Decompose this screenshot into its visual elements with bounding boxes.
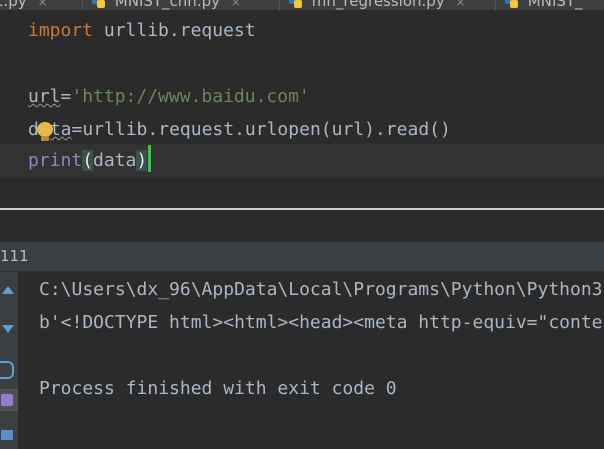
scroll-down-icon[interactable]: [0, 317, 18, 339]
tab-label: MNIST_cnn.py: [114, 0, 220, 10]
tab-1-py[interactable]: 1.py ×: [0, 0, 48, 10]
code-line-3[interactable]: url='http://www.baidu.com': [28, 82, 310, 112]
lightbulb-glass: [37, 122, 53, 137]
tab-mnist[interactable]: MNIST_: [505, 0, 583, 10]
console-command-line: C:\Users\dx_96\AppData\Local\Programs\Py…: [39, 279, 603, 300]
run-tool-window-header: 111: [0, 242, 604, 272]
assign-operator: =: [60, 86, 72, 107]
editor-bottom-space: [0, 210, 604, 242]
tab-divider: [495, 0, 496, 10]
python-file-icon: [289, 0, 303, 8]
scroll-to-end-icon[interactable]: [0, 389, 18, 411]
text-caret: [148, 145, 151, 172]
soft-wrap-icon[interactable]: [0, 357, 18, 379]
lightbulb-icon[interactable]: [36, 122, 54, 144]
code-line-4[interactable]: d ta=urllib.request.urlopen(url).read(): [28, 115, 451, 145]
tab-divider: [279, 0, 280, 10]
paren-close: ): [136, 150, 148, 171]
console-output-line: b'<!DOCTYPE html><html><head><meta http-…: [39, 312, 603, 333]
tab-label: mn_regression.py: [311, 0, 445, 10]
tab-divider: [82, 0, 83, 10]
string-literal: 'http://www.baidu.com': [71, 86, 310, 107]
run-toolbar: [0, 272, 18, 449]
tab-label: MNIST_: [527, 0, 583, 10]
python-file-icon: [92, 0, 106, 8]
run-console[interactable]: C:\Users\dx_96\AppData\Local\Programs\Py…: [18, 272, 604, 449]
scroll-up-icon[interactable]: [0, 278, 18, 300]
module-name: urllib.request: [93, 20, 256, 41]
print-argument: data: [93, 150, 137, 171]
tab-mn-regression[interactable]: mn_regression.py ×: [289, 0, 466, 10]
code-line-1[interactable]: import urllib.request: [28, 16, 256, 46]
paren-open: (: [82, 150, 94, 171]
print-icon[interactable]: [0, 424, 18, 446]
close-icon[interactable]: ×: [231, 0, 241, 9]
python-file-icon: [505, 0, 519, 8]
editor-tab-bar: 1.py × MNIST_cnn.py × mn_regression.py ×…: [0, 0, 604, 10]
urlopen-expression: =urllib.request.urlopen(url).read(): [71, 119, 451, 140]
tab-label: 1.py: [0, 0, 27, 10]
code-editor[interactable]: import urllib.request url='http://www.ba…: [0, 10, 604, 208]
keyword-import: import: [28, 20, 94, 41]
variable-url: url: [28, 86, 61, 107]
builtin-print: print: [28, 150, 83, 171]
lightbulb-base: [41, 136, 49, 141]
console-exit-line: Process finished with exit code 0: [39, 378, 397, 399]
run-config-title[interactable]: 111: [0, 247, 29, 265]
code-line-5[interactable]: print(data): [28, 146, 148, 176]
close-icon[interactable]: ×: [38, 0, 48, 9]
tab-mnist-cnn[interactable]: MNIST_cnn.py ×: [92, 0, 241, 10]
close-icon[interactable]: ×: [455, 0, 465, 9]
